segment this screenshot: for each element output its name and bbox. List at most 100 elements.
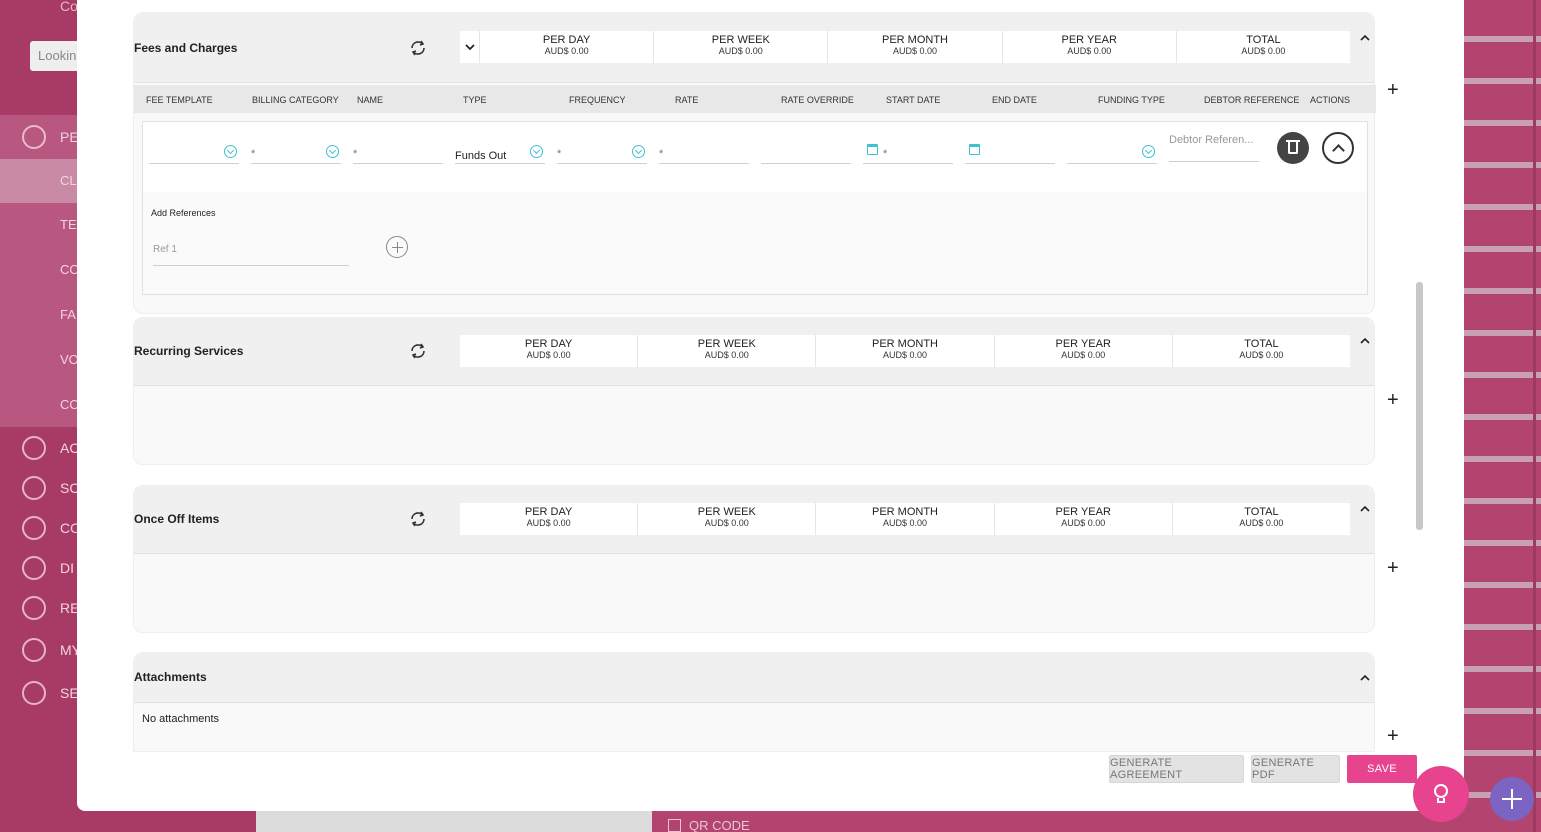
chevron-up-icon[interactable]	[1358, 671, 1372, 685]
bg-nav-alerts[interactable]: AC	[22, 436, 79, 460]
debtor-reference-input[interactable]: Debtor Referen...	[1169, 132, 1259, 162]
chevron-up-icon[interactable]	[1358, 334, 1372, 348]
bg-sub-item[interactable]: VO	[60, 352, 79, 367]
heart-icon	[22, 516, 46, 540]
total-per-day: PER DAY AUD$ 0.00	[460, 335, 639, 367]
qr-checkbox[interactable]	[668, 819, 681, 832]
onceoff-header: Once Off Items PER DAY AUD$ 0.00 PER WEEK…	[134, 486, 1374, 554]
attachments-title: Attachments	[134, 670, 207, 684]
chevron-down-icon	[224, 145, 237, 158]
lightbulb-icon	[1434, 784, 1448, 798]
add-references-label: Add References	[151, 208, 216, 218]
total-per-week: PER WEEK AUD$ 0.00	[638, 335, 817, 367]
fees-header: Fees and Charges PER DAY AUD$ 0.00 PER WE…	[134, 13, 1374, 83]
recurring-totals: PER DAY AUD$ 0.00 PER WEEK AUD$ 0.00 PER M…	[460, 335, 1350, 367]
calendar-icon[interactable]	[969, 144, 980, 155]
bg-sub-item[interactable]: TE	[60, 217, 77, 232]
ref-1-input[interactable]: Ref 1	[153, 236, 349, 266]
clock-icon	[22, 476, 46, 500]
bg-qr-option[interactable]: QR CODE	[668, 818, 750, 832]
bg-nav-discussion[interactable]: DI	[22, 556, 74, 580]
col-type: TYPE	[463, 95, 487, 105]
chevron-down-icon	[464, 44, 475, 51]
fee-row: * * Funds Out * * * Debtor Referen... Ad…	[142, 121, 1368, 295]
recurring-section: Recurring Services PER DAY AUD$ 0.00 PER …	[133, 317, 1375, 465]
attachments-section: Attachments No attachments	[133, 652, 1375, 752]
col-funding-type: FUNDING TYPE	[1098, 95, 1165, 105]
calendar-icon[interactable]	[867, 144, 878, 155]
attachments-header: Attachments	[134, 653, 1374, 703]
total-per-year: PER YEAR AUD$ 0.00	[995, 503, 1173, 535]
add-fee-button[interactable]: +	[1387, 80, 1399, 100]
bg-divider	[1533, 0, 1536, 832]
total-total: TOTAL AUD$ 0.00	[1239, 338, 1284, 360]
delete-button[interactable]	[1277, 132, 1309, 164]
fee-row-fields: * * Funds Out * * * Debtor Referen...	[143, 122, 1367, 192]
fee-template-select[interactable]	[149, 142, 239, 164]
generate-pdf-button[interactable]: GENERATE PDF	[1251, 755, 1340, 783]
start-date-input[interactable]: *	[863, 142, 953, 164]
total-per-month: PER MONTH AUD$ 0.00	[816, 503, 995, 535]
tips-button[interactable]	[1413, 766, 1469, 822]
rate-input[interactable]: *	[659, 142, 749, 164]
col-debtor-reference: DEBTOR REFERENCE	[1204, 95, 1300, 105]
total-per-day: PER DAY AUD$ 0.00	[460, 503, 639, 535]
no-attachments-text: No attachments	[142, 713, 220, 725]
message-icon	[22, 556, 46, 580]
col-name: NAME	[357, 95, 384, 105]
people-icon	[22, 125, 46, 149]
col-actions: ACTIONS	[1310, 95, 1351, 105]
end-date-input[interactable]	[965, 142, 1055, 164]
add-recurring-button[interactable]: +	[1387, 390, 1399, 410]
bg-sub-item[interactable]: CL	[60, 173, 77, 188]
total-total: TOTAL AUD$ 0.00	[1241, 34, 1286, 56]
chevron-up-icon[interactable]	[1358, 31, 1372, 45]
col-fee-template: FEE TEMPLATE	[146, 95, 213, 105]
total-per-week: PER WEEK AUD$ 0.00	[638, 503, 817, 535]
bg-nav-people[interactable]: PE	[22, 125, 79, 149]
chevron-down-icon	[632, 145, 645, 158]
billing-category-select[interactable]: *	[251, 142, 341, 164]
expand-dropdown-button[interactable]	[460, 31, 480, 63]
collapse-row-button[interactable]	[1322, 132, 1354, 164]
chevron-down-icon	[326, 145, 339, 158]
bg-nav-reports[interactable]: RE	[22, 596, 79, 620]
total-per-week: PER WEEK AUD$ 0.00	[654, 31, 829, 63]
rate-override-input[interactable]	[761, 142, 851, 164]
refresh-icon[interactable]	[409, 342, 427, 360]
total-per-year: PER YEAR AUD$ 0.00	[1003, 31, 1177, 63]
bg-nav-care[interactable]: CO	[22, 516, 81, 540]
background-striped-panel	[1464, 0, 1541, 832]
chevron-down-icon	[1142, 145, 1155, 158]
floating-add-button[interactable]	[1490, 777, 1534, 821]
gauge-icon	[22, 596, 46, 620]
bg-nav-my[interactable]: MY	[22, 638, 81, 662]
total-per-year: PER YEAR AUD$ 0.00	[995, 335, 1173, 367]
fees-section: Fees and Charges PER DAY AUD$ 0.00 PER WE…	[133, 12, 1376, 314]
add-reference-icon[interactable]	[386, 236, 408, 258]
refresh-icon[interactable]	[409, 39, 427, 57]
bg-nav-settings[interactable]: SE	[22, 681, 79, 705]
fees-totals: PER DAY AUD$ 0.00 PER WEEK AUD$ 0.00 PER M…	[460, 31, 1350, 63]
add-onceoff-button[interactable]: +	[1387, 558, 1399, 578]
modal-scrollbar[interactable]	[1416, 282, 1423, 530]
frequency-select[interactable]: *	[557, 142, 647, 164]
bg-sub-item[interactable]: FA	[60, 307, 76, 322]
bg-header-fragment: Co	[60, 0, 78, 14]
bg-nav-schedule[interactable]: SC	[22, 476, 79, 500]
col-start-date: START DATE	[886, 95, 941, 105]
user-icon	[22, 638, 46, 662]
total-per-day: PER DAY AUD$ 0.00	[480, 31, 655, 63]
add-attachment-button[interactable]: +	[1387, 726, 1399, 746]
funding-type-select[interactable]	[1067, 142, 1157, 164]
gear-icon	[22, 681, 46, 705]
save-button[interactable]: SAVE	[1347, 755, 1417, 783]
col-rate: RATE	[675, 95, 699, 105]
chevron-up-icon[interactable]	[1358, 502, 1372, 516]
type-select[interactable]: Funds Out	[455, 142, 545, 164]
refresh-icon[interactable]	[409, 510, 427, 528]
chevron-down-icon	[530, 145, 543, 158]
name-input[interactable]: *	[353, 142, 443, 164]
onceoff-title: Once Off Items	[134, 512, 220, 526]
generate-agreement-button[interactable]: GENERATE AGREEMENT	[1109, 755, 1244, 783]
